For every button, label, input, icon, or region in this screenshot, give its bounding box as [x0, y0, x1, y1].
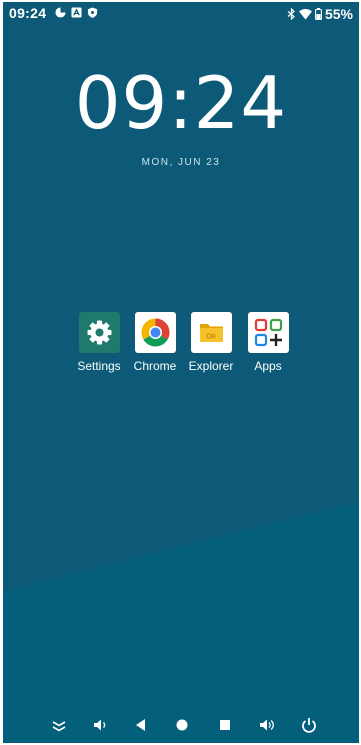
apps-grid-icon [247, 312, 289, 353]
wifi-icon [298, 8, 312, 19]
lock-clock-date: MON, JUN 23 [141, 157, 221, 168]
recents-icon[interactable] [216, 716, 234, 734]
app-settings[interactable]: Settings [69, 312, 129, 373]
chrome-icon [134, 312, 176, 353]
battery-icon [315, 8, 322, 20]
home-icon[interactable] [173, 716, 191, 734]
status-bar: 09:24 55% [3, 2, 359, 26]
shield-icon [87, 7, 98, 18]
battery-percent: 55% [324, 6, 353, 22]
bluetooth-icon [287, 8, 295, 20]
collapse-icon[interactable] [50, 716, 68, 734]
app-label: Apps [254, 359, 282, 373]
app-apps[interactable]: Apps [238, 312, 298, 373]
app-explorer[interactable]: Explorer [181, 312, 241, 373]
back-icon[interactable] [132, 716, 150, 734]
settings-icon [78, 312, 120, 353]
app-chrome[interactable]: Chrome [125, 312, 185, 373]
app-label: Chrome [133, 359, 177, 373]
app-label: Settings [77, 359, 121, 373]
notification-a-icon [71, 7, 82, 18]
volume-down-icon[interactable] [91, 716, 109, 734]
home-screen: 09:24 55% 09:24 MON, JUN 23 Settings Chr… [3, 2, 359, 743]
lock-clock-time: 09:24 [74, 61, 288, 145]
status-time: 09:24 [9, 5, 47, 21]
volume-up-icon[interactable] [258, 716, 276, 734]
data-saver-icon [55, 7, 66, 18]
app-label: Explorer [188, 359, 234, 373]
explorer-icon [190, 312, 232, 353]
power-icon[interactable] [300, 716, 318, 734]
navigation-bar [3, 710, 359, 740]
